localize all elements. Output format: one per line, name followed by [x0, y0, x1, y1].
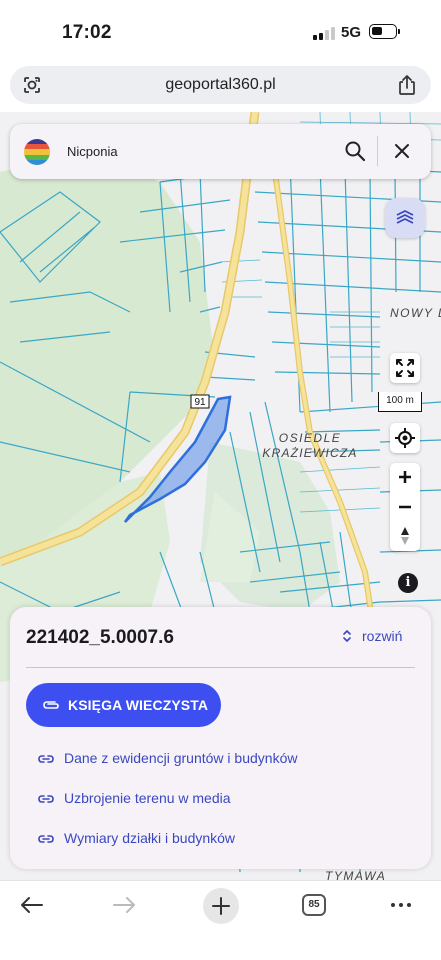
browser-address-area: geoportal360.pl	[0, 62, 441, 112]
forward-icon[interactable]	[106, 889, 142, 921]
locate-button[interactable]	[390, 423, 420, 453]
search-icon[interactable]	[342, 138, 368, 164]
address-bar[interactable]: geoportal360.pl	[10, 66, 431, 104]
plus-icon	[212, 897, 230, 915]
sheet-divider	[26, 667, 415, 668]
parcel-id: 221402_5.0007.6	[26, 627, 174, 648]
area-label-right: NOWY DW	[390, 306, 441, 320]
geoportal-logo	[24, 139, 50, 165]
search-query[interactable]: Nicponia	[67, 144, 118, 159]
expand-icon	[343, 630, 351, 642]
zoom-out-icon[interactable]	[390, 493, 420, 521]
fullscreen-icon	[396, 359, 414, 377]
land-register-button[interactable]: KSIĘGA WIECZYSTA	[26, 683, 221, 727]
compass-icon[interactable]	[390, 522, 420, 550]
zoom-controls	[390, 463, 420, 551]
map-scale: 100 m	[378, 392, 422, 412]
url-text: geoportal360.pl	[165, 76, 276, 93]
network-type: 5G	[341, 24, 362, 41]
link-dimensions-label: Wymiary działki i budynków	[64, 830, 236, 846]
battery-icon	[369, 24, 397, 39]
status-time: 17:02	[62, 22, 112, 43]
search-divider	[377, 136, 378, 166]
land-register-label: KSIĘGA WIECZYSTA	[68, 697, 209, 713]
share-icon[interactable]	[397, 74, 417, 96]
expand-label: rozwiń	[362, 628, 403, 644]
status-bar: 17:02 5G	[0, 0, 441, 62]
zoom-in-icon[interactable]	[390, 463, 420, 491]
close-icon[interactable]	[389, 138, 415, 164]
more-icon[interactable]	[383, 889, 419, 921]
link-land-records-label: Dane z ewidencji gruntów i budynków	[64, 750, 298, 766]
back-icon[interactable]	[14, 889, 50, 921]
link-icon	[38, 755, 54, 763]
layers-button[interactable]	[385, 198, 425, 238]
area-label-bottom: TYMAWA	[325, 869, 386, 880]
new-tab-button[interactable]	[203, 888, 239, 924]
parcel-sheet: 221402_5.0007.6 rozwiń KSIĘGA WIECZYSTA …	[10, 607, 431, 869]
link-icon	[38, 835, 54, 843]
locate-icon	[395, 428, 415, 448]
tab-count-button[interactable]: 85	[302, 894, 326, 916]
district-label-1: OSIEDLE	[279, 431, 342, 445]
paperclip-icon	[43, 701, 59, 709]
fullscreen-button[interactable]	[390, 353, 420, 383]
expand-button[interactable]: rozwiń	[342, 628, 402, 644]
road-number-label: 91	[194, 397, 206, 408]
link-utilities-label: Uzbrojenie terenu w media	[64, 790, 231, 806]
link-icon	[38, 795, 54, 803]
browser-toolbar: 85	[0, 880, 441, 960]
layers-icon	[396, 210, 414, 224]
search-card[interactable]: Nicponia	[10, 124, 431, 179]
district-label-2: KRAŻIEWICZA	[262, 446, 357, 460]
info-icon[interactable]: i	[398, 573, 418, 593]
signal-strength-icon	[313, 27, 335, 40]
